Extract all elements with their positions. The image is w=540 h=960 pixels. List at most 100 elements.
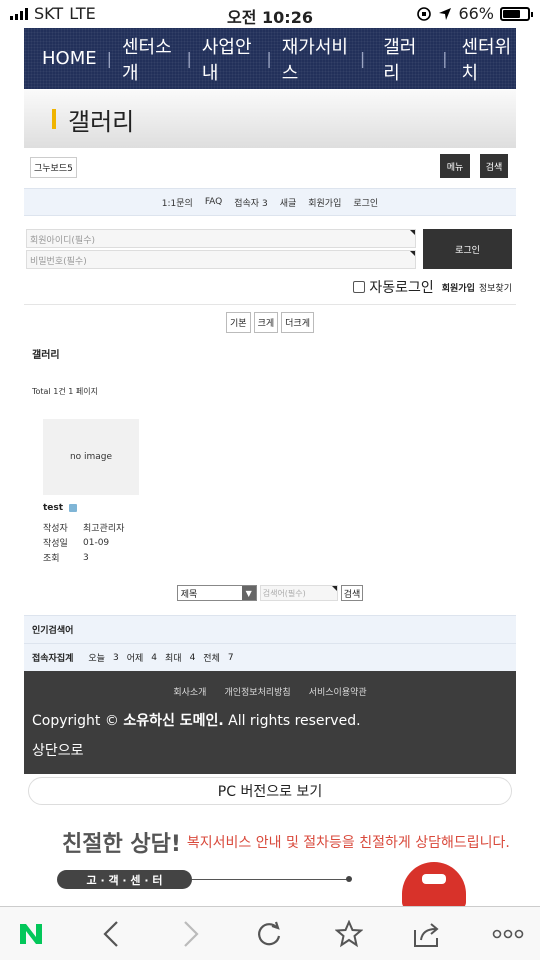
board-title: 갤러리 bbox=[32, 350, 60, 361]
date-label: 작성일 bbox=[43, 539, 68, 549]
nav-location[interactable]: 센터위치 bbox=[462, 33, 516, 85]
search-field-value: 제목 bbox=[180, 589, 198, 600]
link-qa[interactable]: 1:1문의 bbox=[162, 196, 193, 209]
more-icon[interactable] bbox=[492, 919, 524, 949]
page-title: 갤러리 bbox=[68, 107, 135, 136]
yesterday-value: 4 bbox=[151, 652, 157, 663]
back-icon[interactable] bbox=[96, 919, 126, 949]
total-label: 전체 bbox=[203, 654, 220, 664]
consult-banner: 친절한 상담! 복지서비스 안내 및 절차등을 친절하게 상담해드립니다. bbox=[62, 826, 510, 858]
views-value: 3 bbox=[83, 552, 89, 563]
link-faq[interactable]: FAQ bbox=[205, 197, 222, 207]
footer: 회사소개 개인정보처리방침 서비스이용약관 Copyright © 소유하신 도… bbox=[24, 671, 516, 774]
chevron-down-icon: ▼ bbox=[241, 586, 256, 600]
divider bbox=[24, 304, 516, 305]
post-meta: 작성자 최고관리자 작성일 01-09 조회 3 bbox=[43, 520, 516, 565]
forward-icon[interactable] bbox=[176, 919, 206, 949]
author-value[interactable]: 최고관리자 bbox=[83, 521, 124, 534]
total-value: 7 bbox=[227, 652, 234, 663]
nav-gallery[interactable]: 갤러리 bbox=[383, 33, 424, 85]
title-accent-bar bbox=[52, 109, 56, 129]
nav-separator: | bbox=[442, 49, 448, 68]
copyright-suffix: All rights reserved. bbox=[228, 713, 361, 729]
no-image-label: no image bbox=[69, 452, 113, 462]
nav-separator: | bbox=[186, 49, 192, 68]
font-size-large-button[interactable]: 크게 bbox=[253, 312, 279, 333]
popular-keywords: 인기검색어 bbox=[24, 615, 516, 643]
consult-subtext: 복지서비스 안내 및 절차등을 친절하게 상담해드립니다. bbox=[186, 835, 510, 851]
share-icon[interactable] bbox=[412, 919, 442, 949]
visitor-stats: 접속자집계 오늘 3 어제 4 최대 4 전체 7 bbox=[24, 643, 516, 671]
date-value: 01-09 bbox=[83, 537, 110, 548]
footer-link-terms[interactable]: 서비스이용약관 bbox=[309, 685, 367, 698]
yesterday-label: 어제 bbox=[126, 654, 144, 664]
main-nav: HOME | 센터소개 | 사업안내 | 재가서비스 | 갤러리 | 센터위치 bbox=[24, 28, 516, 89]
find-info-link[interactable]: 정보찾기 bbox=[479, 281, 512, 294]
pc-version-button[interactable]: PC 버전으로 보기 bbox=[28, 777, 512, 805]
board-search: 제목 ▼ 검색어(필수) 검색 bbox=[24, 585, 516, 601]
search-toggle-button[interactable]: 검색 bbox=[480, 154, 508, 178]
status-bar: SKT LTE 오전 10:26 66% bbox=[0, 0, 540, 28]
footer-link-privacy[interactable]: 개인정보처리방침 bbox=[224, 685, 290, 698]
post-thumbnail[interactable]: no image bbox=[43, 419, 139, 495]
search-submit-button[interactable]: 검색 bbox=[340, 585, 364, 601]
search-field-select[interactable]: 제목 ▼ bbox=[176, 585, 257, 601]
post-subject-link[interactable]: test bbox=[43, 503, 63, 513]
nav-separator: | bbox=[106, 49, 112, 68]
nav-home-service[interactable]: 재가서비스 bbox=[282, 33, 350, 85]
link-visitors[interactable]: 접속자 3 bbox=[234, 196, 267, 209]
back-to-top-link[interactable]: 상단으로 bbox=[32, 740, 84, 760]
footer-link-company[interactable]: 회사소개 bbox=[173, 685, 206, 698]
consult-headline: 친절한 상담! bbox=[62, 832, 181, 857]
company-name: 소유하신 도메인. bbox=[123, 713, 224, 729]
font-size-normal-button[interactable]: 기본 bbox=[226, 312, 251, 333]
password-input[interactable]: 비밀번호(필수) bbox=[26, 250, 416, 269]
max-value: 4 bbox=[189, 652, 196, 663]
rotation-lock-icon bbox=[417, 6, 432, 21]
link-register[interactable]: 회원가입 bbox=[308, 196, 341, 209]
link-login[interactable]: 로그인 bbox=[353, 196, 378, 209]
naver-home-icon[interactable] bbox=[16, 919, 46, 949]
bookmark-star-icon[interactable] bbox=[334, 919, 364, 949]
customer-center-label: 고 · 객 · 센 · 터 bbox=[57, 870, 192, 889]
login-options: 자동로그인 회원가입 정보찾기 bbox=[353, 277, 512, 297]
search-keyword-input[interactable]: 검색어(필수) bbox=[259, 585, 338, 601]
browser-toolbar bbox=[0, 906, 540, 960]
board-total: Total 1건 1 페이지 bbox=[32, 387, 98, 396]
nav-separator: | bbox=[359, 49, 366, 68]
views-label: 조회 bbox=[43, 554, 60, 564]
menu-button[interactable]: 메뉴 bbox=[440, 154, 470, 178]
page-title-band: 갤러리 bbox=[24, 90, 516, 148]
decorative-line bbox=[192, 879, 348, 880]
member-id-input[interactable]: 회원아이디(필수) bbox=[26, 229, 416, 248]
refresh-icon[interactable] bbox=[254, 919, 284, 949]
login-button[interactable]: 로그인 bbox=[423, 229, 512, 269]
nav-home[interactable]: HOME bbox=[42, 48, 97, 69]
copyright: Copyright © 소유하신 도메인. All rights reserve… bbox=[32, 710, 361, 730]
theme-logo-link[interactable]: 그누보드5 bbox=[30, 157, 77, 178]
battery-icon bbox=[500, 6, 533, 21]
today-label: 오늘 bbox=[88, 654, 105, 664]
auto-login-label[interactable]: 자동로그인 bbox=[369, 277, 433, 297]
nav-separator: | bbox=[266, 49, 272, 68]
quick-links: 1:1문의 FAQ 접속자 3 새글 회원가입 로그인 bbox=[24, 188, 516, 216]
battery-percent: 66% bbox=[458, 4, 494, 23]
footer-links: 회사소개 개인정보처리방침 서비스이용약관 bbox=[24, 685, 516, 698]
author-label: 작성자 bbox=[43, 524, 68, 534]
max-label: 최대 bbox=[165, 654, 182, 664]
font-size-controls: 기본 크게 더크게 bbox=[24, 312, 516, 333]
toolbar: 그누보드5 메뉴 검색 bbox=[24, 148, 516, 188]
location-icon bbox=[439, 7, 452, 20]
post-subject-row: test bbox=[43, 503, 516, 513]
link-new-posts[interactable]: 새글 bbox=[280, 196, 297, 209]
nav-about[interactable]: 센터소개 bbox=[122, 33, 176, 85]
auto-login-checkbox[interactable] bbox=[353, 281, 366, 293]
today-value: 3 bbox=[112, 652, 119, 663]
join-link[interactable]: 회원가입 bbox=[442, 281, 475, 294]
decorative-dot bbox=[346, 876, 352, 882]
web-page: HOME | 센터소개 | 사업안내 | 재가서비스 | 갤러리 | 센터위치 … bbox=[24, 28, 516, 774]
nav-business[interactable]: 사업안내 bbox=[202, 33, 256, 85]
phone-icon bbox=[402, 862, 466, 910]
visitor-stats-label: 접속자집계 bbox=[32, 654, 74, 664]
font-size-xlarge-button[interactable]: 더크게 bbox=[281, 312, 314, 333]
